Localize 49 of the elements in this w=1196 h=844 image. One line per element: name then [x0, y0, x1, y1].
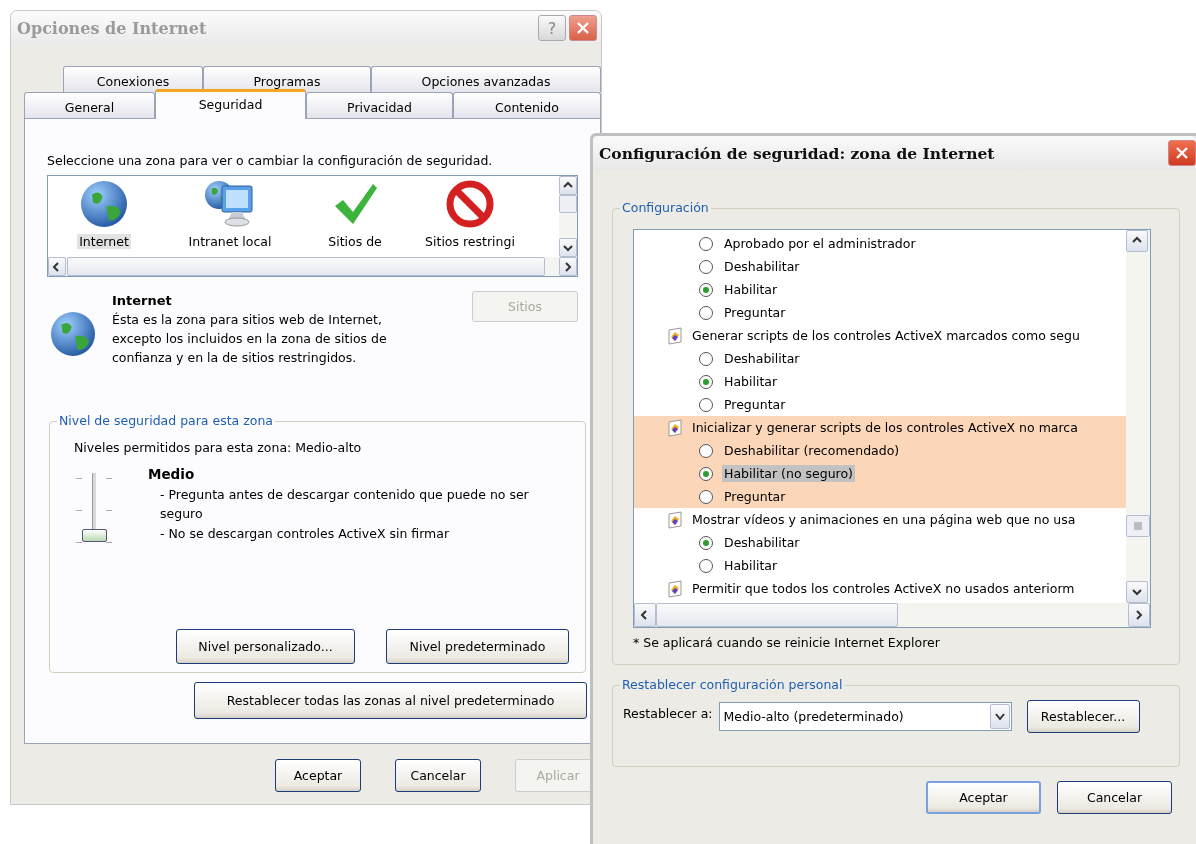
- window-title: Opciones de Internet: [17, 18, 208, 38]
- dropdown-value: Medio-alto (predeterminado): [722, 709, 905, 724]
- tab[interactable]: Privacidad: [306, 92, 453, 118]
- allowed-levels-text: Niveles permitidos para esta zona: Medio-alto: [74, 440, 363, 455]
- tab[interactable]: Contenido: [453, 92, 601, 118]
- button[interactable]: Aceptar: [926, 781, 1041, 814]
- option-label[interactable]: Habilitar: [722, 373, 780, 390]
- option-label[interactable]: Preguntar: [722, 488, 788, 505]
- option-label[interactable]: Aprobado por el administrador: [722, 235, 918, 252]
- tab[interactable]: Programas: [203, 66, 371, 92]
- button[interactable]: Nivel predeterminado: [386, 629, 569, 664]
- option-label[interactable]: Habilitar: [722, 557, 780, 574]
- setting-label[interactable]: Generar scripts de los controles ActiveX marcados como segu: [692, 328, 1080, 343]
- button[interactable]: Restablecer todas las zonas al nivel predeterminado: [194, 682, 587, 719]
- button[interactable]: Cancelar: [1057, 781, 1172, 814]
- zone-item[interactable]: Sitios restringi: [423, 234, 517, 249]
- button[interactable]: Restablecer...: [1026, 700, 1140, 733]
- zone-item[interactable]: Sitios de: [326, 234, 384, 249]
- instruction-text: Seleccione una zona para ver o cambiar la configuración de seguridad.: [47, 153, 494, 168]
- zone-item[interactable]: Intranet local: [186, 234, 274, 249]
- button[interactable]: Nivel personalizado...: [176, 629, 355, 664]
- level-detail: - No se descargan controles ActiveX sin firmar: [159, 524, 451, 543]
- tab[interactable]: Conexiones: [63, 66, 203, 92]
- level-name: Medio: [148, 465, 196, 484]
- option-label[interactable]: Preguntar: [722, 304, 788, 321]
- level-detail: - Pregunta antes de descargar contenido que puede no ser seguro: [159, 485, 530, 523]
- group-label: Configuración: [620, 200, 711, 215]
- dropdown[interactable]: Medio-alto (predeterminado): [718, 702, 1012, 731]
- tab[interactable]: Seguridad: [155, 89, 306, 119]
- field-label: Restablecer a:: [623, 706, 713, 721]
- option-label[interactable]: Deshabilitar: [722, 258, 802, 275]
- option-label[interactable]: Deshabilitar: [722, 534, 802, 551]
- tab[interactable]: General: [24, 92, 155, 118]
- zone-name: Internet: [112, 292, 173, 310]
- option-label[interactable]: Habilitar: [722, 281, 780, 298]
- window-title: Configuración de seguridad: zona de Internet: [599, 143, 996, 163]
- tab[interactable]: Opciones avanzadas: [371, 66, 601, 92]
- setting-label[interactable]: Mostrar vídeos y animaciones en una página web que no usa: [692, 512, 1076, 527]
- footnote-text: * Se aplicará cuando se reinicie Internet Explorer: [633, 635, 941, 650]
- group-label: Restablecer configuración personal: [620, 677, 845, 692]
- zone-item[interactable]: Internet: [77, 234, 131, 249]
- option-label[interactable]: Preguntar: [722, 396, 788, 413]
- button[interactable]: Cancelar: [395, 759, 481, 792]
- zone-description: Ésta es la zona para sitios web de Internet, excepto los incluidos en la zona de sitios de confianza y en la de sitios restringidos.: [112, 311, 388, 367]
- setting-label[interactable]: Permitir que todos los controles ActiveX no usados anteriorm: [692, 581, 1075, 596]
- button[interactable]: Aceptar: [275, 759, 361, 792]
- option-label[interactable]: Habilitar (no seguro): [722, 465, 855, 482]
- group-label: Nivel de seguridad para esta zona: [57, 413, 276, 428]
- option-label[interactable]: Deshabilitar: [722, 350, 802, 367]
